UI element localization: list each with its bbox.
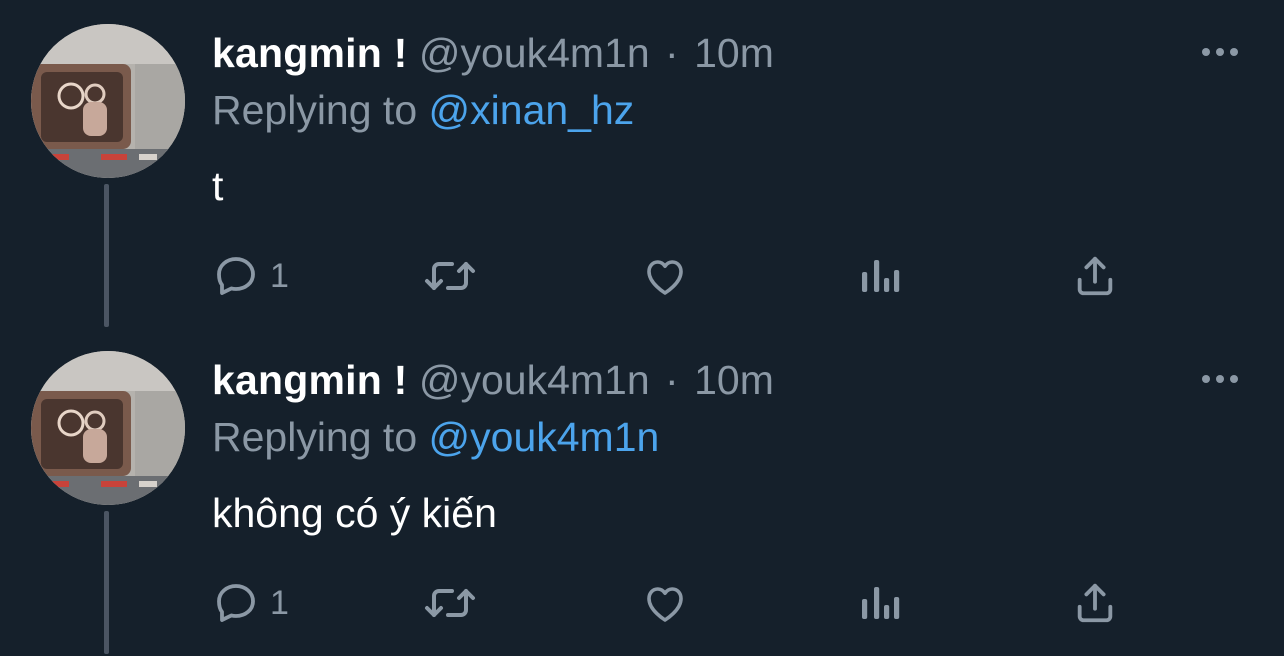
- views-icon: [862, 260, 900, 292]
- more-button[interactable]: [1196, 40, 1244, 64]
- like-button[interactable]: [640, 250, 690, 302]
- reply-button[interactable]: 1: [212, 577, 289, 629]
- retweet-button[interactable]: [422, 577, 478, 629]
- tweet-text: t: [212, 163, 224, 209]
- avatar-image: [31, 351, 185, 505]
- user-handle[interactable]: @youk4m1n: [419, 30, 650, 76]
- reply-button[interactable]: 1: [212, 250, 289, 302]
- replying-to-link[interactable]: @youk4m1n: [429, 414, 660, 460]
- views-button[interactable]: [858, 250, 902, 302]
- retweet-button[interactable]: [422, 250, 478, 302]
- replying-to-label: Replying to: [212, 87, 418, 133]
- more-icon: [1202, 375, 1238, 383]
- retweet-icon: [425, 262, 475, 290]
- action-bar: 1: [212, 577, 1132, 629]
- tweet-header: kangmin ! @youk4m1n · 10m: [212, 27, 774, 79]
- timestamp[interactable]: 10m: [694, 357, 774, 403]
- retweet-icon: [425, 589, 475, 617]
- like-icon: [647, 260, 683, 295]
- replying-to-label: Replying to: [212, 414, 418, 460]
- reply-count: 1: [270, 256, 289, 295]
- replying-to-link[interactable]: @xinan_hz: [429, 87, 635, 133]
- separator: ·: [665, 357, 679, 403]
- display-name[interactable]: kangmin !: [212, 357, 407, 403]
- more-icon: [1202, 48, 1238, 56]
- views-icon: [862, 587, 900, 619]
- replying-to: Replying to @youk4m1n: [212, 411, 659, 463]
- tweet-header: kangmin ! @youk4m1n · 10m: [212, 354, 774, 406]
- like-button[interactable]: [640, 577, 690, 629]
- display-name[interactable]: kangmin !: [212, 30, 407, 76]
- tweet[interactable]: kangmin ! @youk4m1n · 10m Replying to @y…: [0, 327, 1284, 654]
- avatar[interactable]: [31, 351, 185, 505]
- timestamp[interactable]: 10m: [694, 30, 774, 76]
- reply-icon: [217, 257, 255, 295]
- tweet-text: không có ý kiến: [212, 490, 497, 536]
- avatar[interactable]: [31, 24, 185, 178]
- more-button[interactable]: [1196, 367, 1244, 391]
- action-bar: 1: [212, 250, 1132, 302]
- tweet[interactable]: kangmin ! @youk4m1n · 10m Replying to @x…: [0, 0, 1284, 327]
- separator: ·: [665, 30, 679, 76]
- avatar-image: [31, 24, 185, 178]
- replying-to: Replying to @xinan_hz: [212, 84, 634, 136]
- share-icon: [1077, 583, 1113, 623]
- share-icon: [1077, 256, 1113, 296]
- views-button[interactable]: [858, 577, 902, 629]
- like-icon: [647, 587, 683, 622]
- thread-line: [104, 511, 109, 654]
- user-handle[interactable]: @youk4m1n: [419, 357, 650, 403]
- thread-line: [104, 184, 109, 327]
- share-button[interactable]: [1072, 577, 1118, 629]
- reply-count: 1: [270, 583, 289, 622]
- reply-icon: [217, 584, 255, 622]
- share-button[interactable]: [1072, 250, 1118, 302]
